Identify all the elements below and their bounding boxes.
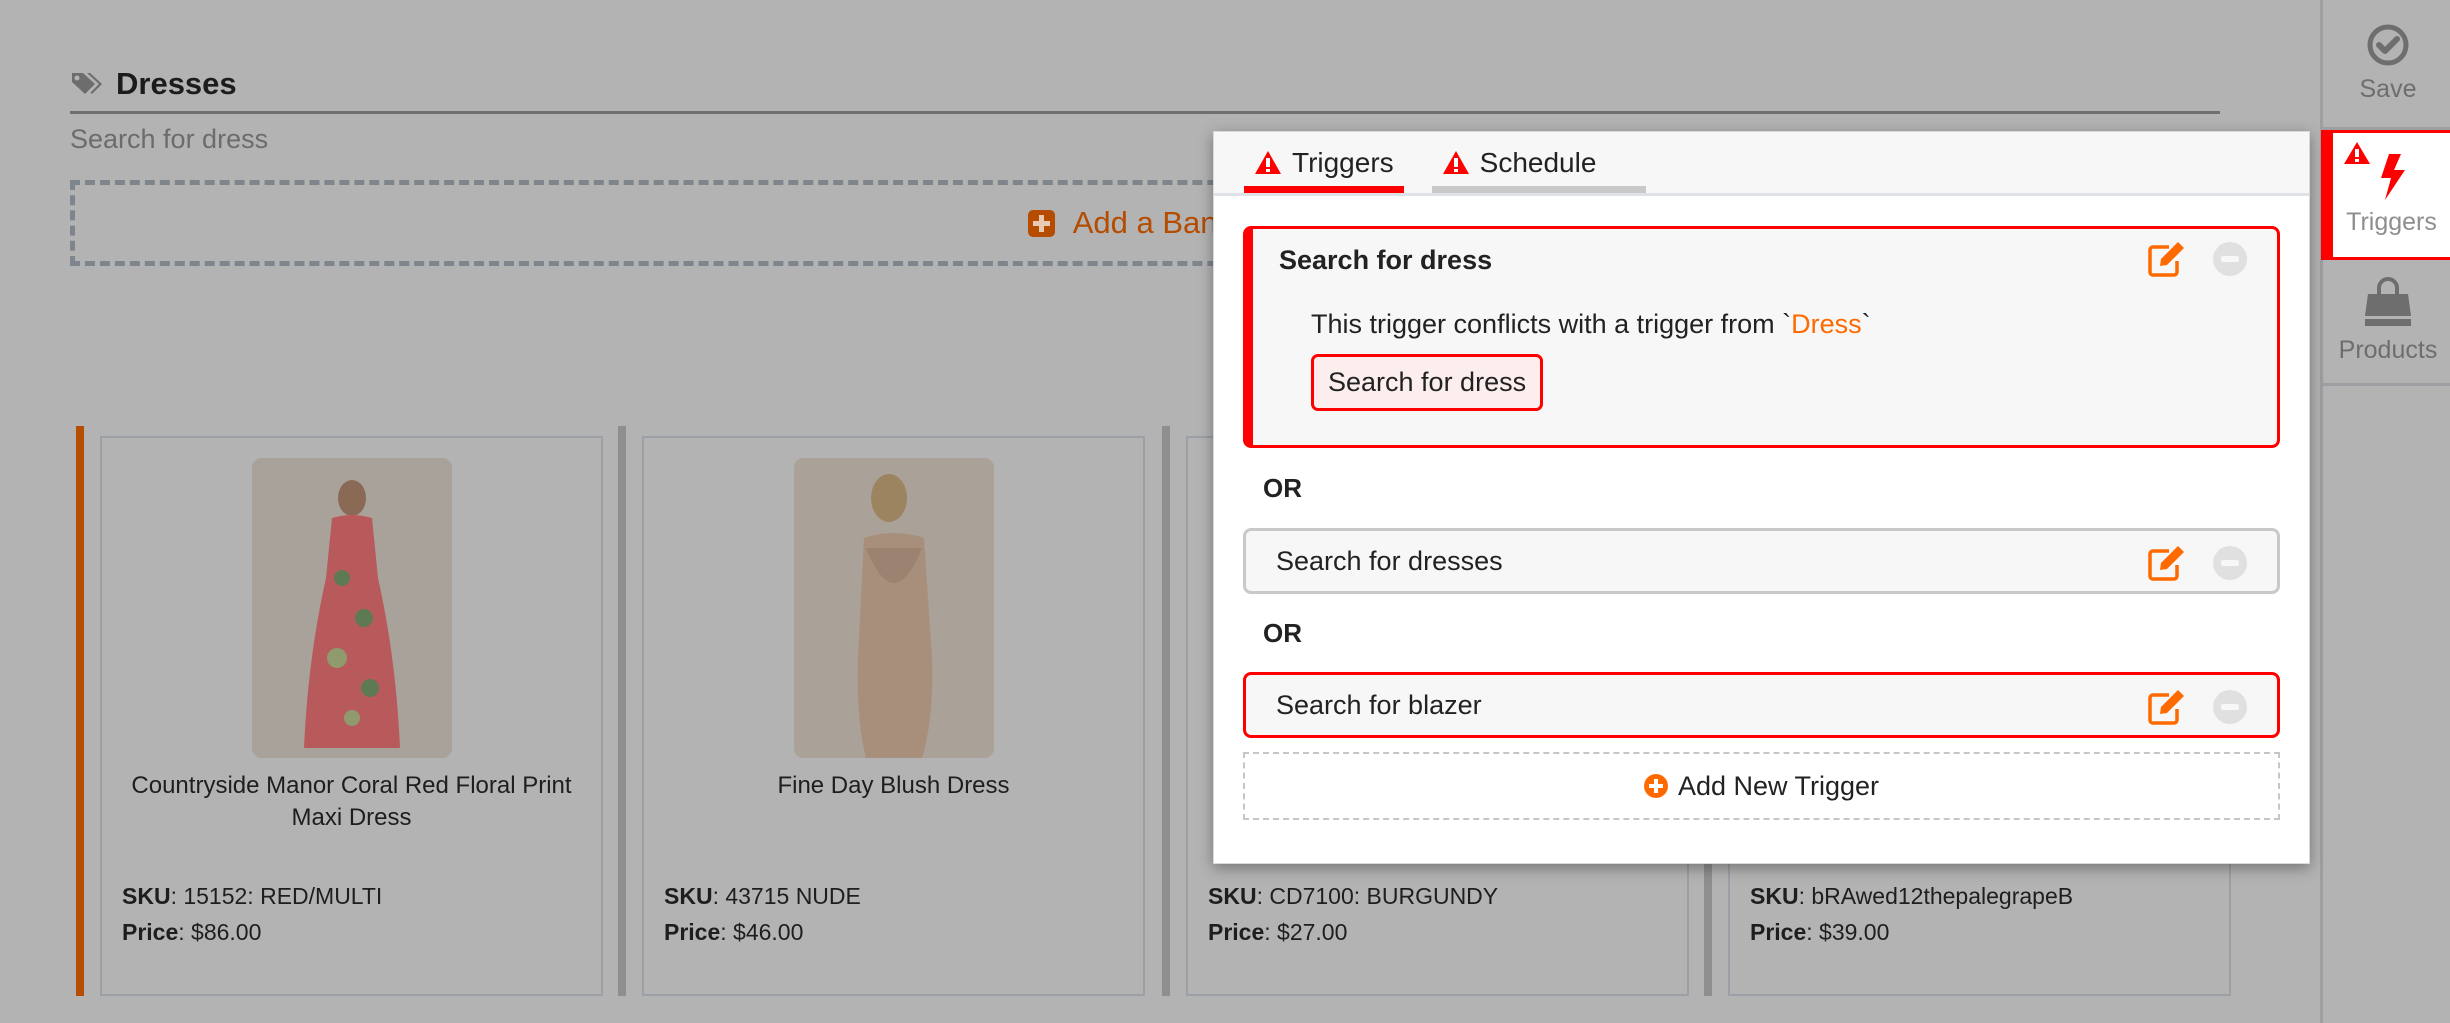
column-divider	[618, 426, 626, 996]
product-column: Countryside Manor Coral Red Floral Print…	[76, 426, 618, 996]
section-title: Dresses	[116, 65, 237, 101]
price-label: Price	[1750, 919, 1807, 945]
or-separator: OR	[1263, 472, 1302, 503]
product-card[interactable]: Fine Day Blush Dress SKU: 43715 NUDE Pri…	[642, 436, 1145, 996]
trigger-item[interactable]: Search for dress This trigger conflicts …	[1243, 226, 2280, 448]
conflicting-trigger-chip[interactable]: Search for dress	[1311, 354, 1544, 411]
action-sidebar: Save Triggers Products	[2320, 0, 2450, 1023]
triggers-label: Triggers	[2346, 207, 2437, 236]
sku-label: SKU	[664, 883, 713, 909]
conflict-source-link[interactable]: Dress	[1791, 309, 1862, 339]
section-subtitle: Search for dress	[70, 124, 269, 154]
product-image	[793, 458, 994, 758]
tab-triggers-label: Triggers	[1292, 146, 1394, 178]
section-header: Dresses	[70, 56, 2220, 114]
product-meta: SKU: 15152: RED/MULTI Price: $86.00	[122, 883, 383, 945]
trigger-item[interactable]: Search for dresses	[1243, 528, 2280, 594]
trigger-label: Search for dresses	[1276, 545, 1503, 576]
product-sku: 15152: RED/MULTI	[183, 883, 383, 909]
warning-icon	[1255, 151, 1281, 174]
product-meta: SKU: 43715 NUDE Price: $46.00	[664, 883, 861, 945]
plus-square-icon	[1027, 209, 1055, 237]
products-label: Products	[2338, 336, 2438, 364]
tab-schedule[interactable]: Schedule	[1431, 132, 1647, 193]
trigger-actions	[2147, 689, 2247, 725]
product-meta: SKU: CD7100: BURGUNDY Price: $27.00	[1208, 883, 1499, 945]
warning-icon	[2344, 142, 2370, 164]
add-new-trigger-label: Add New Trigger	[1677, 770, 1880, 801]
or-separator: OR	[1263, 617, 1302, 648]
warning-icon	[1442, 151, 1469, 174]
tags-icon	[72, 72, 102, 94]
product-sku: bRAwed12thepalegrapeB	[1811, 883, 2074, 909]
save-label: Save	[2359, 75, 2417, 103]
product-image	[251, 458, 452, 758]
trigger-label: Search for blazer	[1276, 689, 1482, 720]
product-sku: 43715 NUDE	[725, 883, 861, 909]
price-label: Price	[1208, 919, 1265, 945]
remove-trigger-icon[interactable]	[2213, 546, 2247, 580]
conflict-message-text: This trigger conflicts with a trigger fr…	[1311, 309, 1792, 339]
bolt-icon	[2380, 153, 2405, 200]
remove-trigger-icon[interactable]	[2213, 242, 2247, 276]
product-column: Fine Day Blush Dress SKU: 43715 NUDE Pri…	[618, 426, 1160, 996]
shopping-bag-icon	[2365, 277, 2411, 326]
product-name: Fine Day Blush Dress	[777, 772, 1010, 799]
check-circle-icon	[2367, 24, 2409, 66]
column-divider	[1162, 426, 1170, 996]
add-new-trigger-button[interactable]: Add New Trigger	[1243, 752, 2280, 820]
sku-label: SKU	[1750, 883, 1799, 909]
sku-label: SKU	[1208, 883, 1257, 909]
product-card[interactable]: Countryside Manor Coral Red Floral Print…	[100, 436, 603, 996]
popup-tabs: Triggers Schedule	[1214, 132, 2309, 196]
edit-icon[interactable]	[2147, 689, 2185, 725]
product-price: $39.00	[1819, 919, 1890, 945]
trigger-item[interactable]: Search for blazer	[1243, 672, 2280, 738]
tab-triggers[interactable]: Triggers	[1244, 132, 1404, 193]
product-price: $86.00	[191, 919, 262, 945]
edit-icon[interactable]	[2147, 545, 2185, 581]
product-meta: SKU: bRAwed12thepalegrapeB Price: $39.00	[1750, 883, 2074, 945]
triggers-button[interactable]: Triggers	[2321, 130, 2450, 260]
product-name: Countryside Manor Coral Red Floral Print…	[131, 772, 572, 831]
triggers-popup: Triggers Schedule Search for dress This …	[1213, 131, 2310, 864]
price-label: Price	[122, 919, 179, 945]
product-sku: CD7100: BURGUNDY	[1269, 883, 1499, 909]
tab-schedule-label: Schedule	[1479, 146, 1597, 178]
product-price: $27.00	[1277, 919, 1348, 945]
selected-indicator	[76, 426, 84, 996]
triggers-list: Search for dress This trigger conflicts …	[1214, 196, 2309, 820]
trigger-label: Search for dress	[1279, 244, 1493, 275]
product-price: $46.00	[733, 919, 804, 945]
conflict-message-end: `	[1861, 309, 1871, 339]
save-button[interactable]: Save	[2323, 0, 2450, 130]
products-button[interactable]: Products	[2323, 258, 2450, 386]
conflict-message: This trigger conflicts with a trigger fr…	[1253, 309, 2277, 340]
remove-trigger-icon[interactable]	[2213, 690, 2247, 724]
price-label: Price	[664, 919, 721, 945]
edit-icon[interactable]	[2147, 241, 2185, 277]
plus-circle-icon	[1643, 774, 1668, 798]
sku-label: SKU	[122, 883, 171, 909]
trigger-actions	[2147, 241, 2247, 277]
trigger-actions	[2147, 545, 2247, 581]
